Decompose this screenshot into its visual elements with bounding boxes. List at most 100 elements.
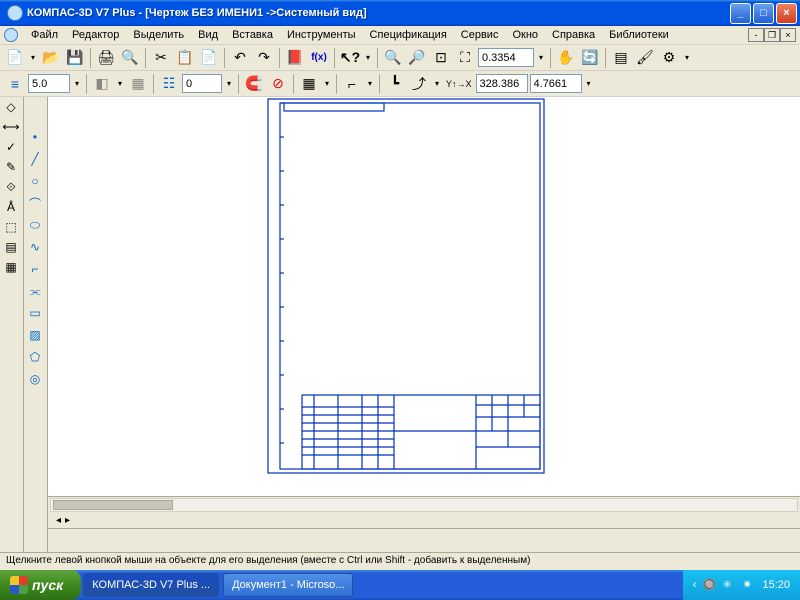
linewidth-dropdown[interactable]: ▾ bbox=[72, 79, 82, 88]
vars-button[interactable]: f(x) bbox=[308, 47, 330, 69]
tray-icon-1[interactable]: 🔘 bbox=[702, 578, 716, 592]
geom-panel-icon[interactable]: ◇ bbox=[0, 97, 22, 117]
snap-on-icon[interactable]: 🧲 bbox=[243, 73, 265, 95]
new-button[interactable]: 📄 bbox=[4, 47, 26, 69]
linewidth-input[interactable] bbox=[28, 74, 70, 93]
select-panel-icon[interactable]: ⬚ bbox=[0, 217, 22, 237]
mdi-icon[interactable] bbox=[4, 28, 18, 42]
grid-icon[interactable]: ▦ bbox=[298, 73, 320, 95]
layer-icon[interactable]: ☷ bbox=[158, 73, 180, 95]
snap-off-icon[interactable]: ⊘ bbox=[267, 73, 289, 95]
cursor-dropdown[interactable]: ▾ bbox=[363, 53, 373, 62]
options-button[interactable]: ⚙ bbox=[658, 47, 680, 69]
refresh-button[interactable]: 🔄 bbox=[579, 47, 601, 69]
props-button[interactable]: 📕 bbox=[284, 47, 306, 69]
copy-button[interactable]: 📋 bbox=[174, 47, 196, 69]
styles-button[interactable]: 🖌 bbox=[634, 47, 656, 69]
options-dropdown[interactable]: ▾ bbox=[682, 53, 692, 62]
menu-window[interactable]: Окно bbox=[505, 28, 545, 42]
menu-spec[interactable]: Спецификация bbox=[363, 28, 454, 42]
shade-icon[interactable]: ◧ bbox=[91, 73, 113, 95]
close-button[interactable]: × bbox=[776, 3, 797, 24]
tab-prev-icon[interactable]: ◂ bbox=[56, 515, 61, 526]
wire-icon[interactable]: ▦ bbox=[127, 73, 149, 95]
hscrollbar[interactable] bbox=[48, 496, 800, 512]
cut-button[interactable]: ✂ bbox=[150, 47, 172, 69]
zoom-dropdown[interactable]: ▾ bbox=[536, 53, 546, 62]
menu-insert[interactable]: Вставка bbox=[225, 28, 280, 42]
spline-tool-icon[interactable]: ∿ bbox=[24, 237, 46, 257]
paste-button[interactable]: 📄 bbox=[198, 47, 220, 69]
zoom-fit-icon[interactable]: ⛶ bbox=[454, 47, 476, 69]
scroll-thumb[interactable] bbox=[53, 500, 173, 510]
coord-dropdown[interactable]: ▾ bbox=[584, 79, 594, 88]
task-kompas[interactable]: КОМПАС-3D V7 Plus ... bbox=[83, 573, 219, 597]
print-button[interactable]: 🖨 bbox=[95, 47, 117, 69]
clock[interactable]: 15:20 bbox=[762, 579, 790, 591]
menu-tools[interactable]: Инструменты bbox=[280, 28, 363, 42]
marks-panel-icon[interactable]: ✓ bbox=[0, 137, 22, 157]
tray-icon-2[interactable]: ✳ bbox=[722, 578, 736, 592]
contour-tool-icon[interactable]: ⬠ bbox=[24, 347, 46, 367]
dim-panel-icon[interactable]: ⟷ bbox=[0, 117, 22, 137]
zoom-value-input[interactable] bbox=[478, 48, 534, 67]
ortho-dropdown[interactable]: ▾ bbox=[365, 79, 375, 88]
zoom-window-icon[interactable]: ⊡ bbox=[430, 47, 452, 69]
mdi-restore[interactable]: ❐ bbox=[764, 28, 780, 42]
menu-view[interactable]: Вид bbox=[191, 28, 225, 42]
mdi-minimize[interactable]: - bbox=[748, 28, 764, 42]
scroll-track[interactable] bbox=[50, 498, 798, 512]
shade-dropdown[interactable]: ▾ bbox=[115, 79, 125, 88]
layers-button[interactable]: ▤ bbox=[610, 47, 632, 69]
ortho-icon[interactable]: ⌐ bbox=[341, 73, 363, 95]
circle-tool-icon[interactable]: ○ bbox=[24, 171, 46, 191]
undo-button[interactable]: ↶ bbox=[229, 47, 251, 69]
edit-panel-icon[interactable]: ✎ bbox=[0, 157, 22, 177]
menu-edit[interactable]: Редактор bbox=[65, 28, 126, 42]
pan-button[interactable]: ✋ bbox=[555, 47, 577, 69]
menu-select[interactable]: Выделить bbox=[126, 28, 191, 42]
zoom-out-icon[interactable]: 🔎 bbox=[406, 47, 428, 69]
fillet-tool-icon[interactable]: ⫘ bbox=[24, 281, 46, 301]
drawing-canvas[interactable] bbox=[48, 97, 800, 496]
spec-panel-icon[interactable]: ▤ bbox=[0, 237, 22, 257]
layer-input[interactable] bbox=[182, 74, 222, 93]
measure-panel-icon[interactable]: Å bbox=[0, 197, 22, 217]
point-tool-icon[interactable]: • bbox=[24, 127, 46, 147]
menu-file[interactable]: Файл bbox=[24, 28, 65, 42]
ellipse-tool-icon[interactable]: ⬭ bbox=[24, 215, 46, 235]
layer-dropdown[interactable]: ▾ bbox=[224, 79, 234, 88]
rect-tool-icon[interactable]: ▭ bbox=[24, 303, 46, 323]
tab-next-icon[interactable]: ▸ bbox=[65, 515, 70, 526]
tray-chevron-icon[interactable]: ‹ bbox=[693, 579, 697, 591]
menu-help[interactable]: Справка bbox=[545, 28, 602, 42]
minimize-button[interactable]: _ bbox=[730, 3, 751, 24]
menu-libs[interactable]: Библиотеки bbox=[602, 28, 676, 42]
zoom-in-icon[interactable]: 🔍 bbox=[382, 47, 404, 69]
equid-tool-icon[interactable]: ◎ bbox=[24, 369, 46, 389]
open-button[interactable]: 📂 bbox=[40, 47, 62, 69]
hatch-tool-icon[interactable]: ▨ bbox=[24, 325, 46, 345]
coord-x-input[interactable] bbox=[476, 74, 528, 93]
arc-tool-icon[interactable]: ⌒ bbox=[24, 193, 46, 213]
grid-dropdown[interactable]: ▾ bbox=[322, 79, 332, 88]
line-tool-icon[interactable]: ╱ bbox=[24, 149, 46, 169]
assoc-panel-icon[interactable]: ▦ bbox=[0, 257, 22, 277]
new-dropdown[interactable]: ▾ bbox=[28, 53, 38, 62]
lcs-dropdown[interactable]: ▾ bbox=[432, 79, 442, 88]
coord-y-input[interactable] bbox=[530, 74, 582, 93]
param-panel-icon[interactable]: ⟐ bbox=[0, 177, 22, 197]
task-word[interactable]: Документ1 - Microso... bbox=[223, 573, 353, 597]
redo-button[interactable]: ↷ bbox=[253, 47, 275, 69]
chamfer-tool-icon[interactable]: ⌐ bbox=[24, 259, 46, 279]
lcs2-icon[interactable]: ⤴ bbox=[408, 73, 430, 95]
lcs-icon[interactable]: ┗ bbox=[384, 73, 406, 95]
start-button[interactable]: пуск bbox=[0, 570, 81, 600]
menu-service[interactable]: Сервис bbox=[454, 28, 506, 42]
maximize-button[interactable]: □ bbox=[753, 3, 774, 24]
save-button[interactable]: 💾 bbox=[64, 47, 86, 69]
mdi-close[interactable]: × bbox=[780, 28, 796, 42]
linestyle-icon[interactable]: ≡ bbox=[4, 73, 26, 95]
tray-icon-3[interactable]: ✷ bbox=[742, 578, 756, 592]
preview-button[interactable]: 🔍 bbox=[119, 47, 141, 69]
